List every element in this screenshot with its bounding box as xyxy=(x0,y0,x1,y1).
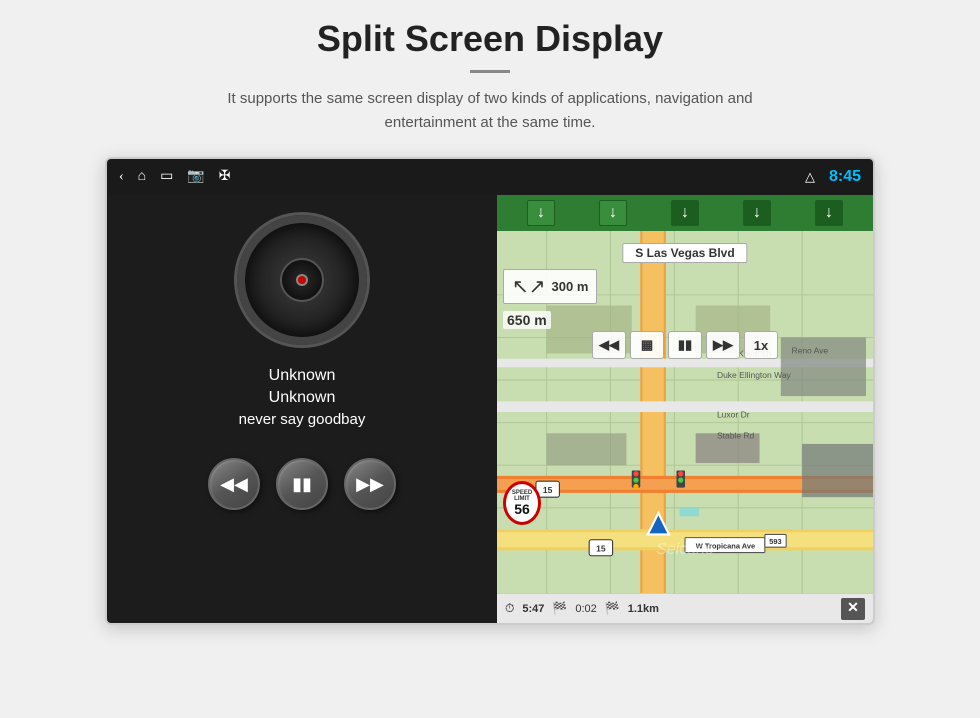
turn-instruction: ↖↗ 300 m xyxy=(503,269,597,304)
map-area: 15 15 W Tropicana Ave 593 Koval Ln Duke … xyxy=(497,231,873,593)
nav-down-arrow-4[interactable]: ↓ xyxy=(743,200,771,226)
next-button[interactable]: ▶▶ xyxy=(344,458,396,510)
nav-time: 5:47 xyxy=(522,603,544,615)
svg-text:15: 15 xyxy=(596,543,606,553)
album-inner xyxy=(280,258,324,302)
nav-down-arrow-1[interactable]: ↓ xyxy=(527,200,555,226)
svg-text:Reno Ave: Reno Ave xyxy=(791,345,828,355)
road-label: S Las Vegas Blvd xyxy=(622,243,747,263)
device-frame: ‹ ⌂ ▭ 📷 ✠ △ 8:45 Unknown Unknown never s… xyxy=(105,157,875,625)
map-pause-button[interactable]: ▮▮ xyxy=(668,331,702,359)
svg-text:593: 593 xyxy=(769,537,781,546)
prev-icon: ◀◀ xyxy=(220,474,248,495)
album-center-dot xyxy=(296,274,308,286)
window-icon[interactable]: ▭ xyxy=(160,170,173,184)
distance-650: 650 m xyxy=(503,311,551,329)
map-speed-button[interactable]: 1x xyxy=(744,331,778,359)
pause-button[interactable]: ▮▮ xyxy=(276,458,328,510)
page-title: Split Screen Display xyxy=(317,18,663,60)
flag-icon: 🏁 xyxy=(552,601,567,616)
pause-icon: ▮▮ xyxy=(292,474,312,495)
split-content: Unknown Unknown never say goodbay ◀◀ ▮▮ … xyxy=(107,195,873,623)
nav-down-arrow-2[interactable]: ↓ xyxy=(599,200,627,226)
status-bar: ‹ ⌂ ▭ 📷 ✠ △ 8:45 xyxy=(107,159,873,195)
music-controls: ◀◀ ▮▮ ▶▶ xyxy=(208,458,396,510)
nav-bottom-bar: ⏱ 5:47 🏁 0:02 🏁 1.1km ✕ xyxy=(497,593,873,623)
turn-arrow-icon: ↖↗ xyxy=(512,274,546,299)
nav-panel: ↓ ↓ ↓ ↓ ↓ xyxy=(497,195,873,623)
title-divider xyxy=(470,70,510,73)
page-wrapper: Split Screen Display It supports the sam… xyxy=(0,0,980,718)
track-artist: Unknown xyxy=(269,389,336,407)
speed-limit-sign: SPEEDLIMIT 56 xyxy=(503,481,541,525)
map-grid-button[interactable]: ▦ xyxy=(630,331,664,359)
nav-down-arrow-5[interactable]: ↓ xyxy=(815,200,843,226)
svg-text:Luxor Dr: Luxor Dr xyxy=(717,409,750,419)
back-icon[interactable]: ‹ xyxy=(119,170,124,184)
track-song: never say goodbay xyxy=(239,411,366,428)
nav-distance: 1.1km xyxy=(628,603,659,615)
triangle-icon: △ xyxy=(805,169,815,185)
music-panel: Unknown Unknown never say goodbay ◀◀ ▮▮ … xyxy=(107,195,497,623)
status-time: 8:45 xyxy=(829,168,861,186)
map-next-button[interactable]: ▶▶ xyxy=(706,331,740,359)
map-prev-button[interactable]: ◀◀ xyxy=(592,331,626,359)
nav-header: ↓ ↓ ↓ ↓ ↓ xyxy=(497,195,873,231)
nav-close-button[interactable]: ✕ xyxy=(841,598,865,620)
prev-button[interactable]: ◀◀ xyxy=(208,458,260,510)
svg-text:Duke Ellington Way: Duke Ellington Way xyxy=(717,370,792,380)
turn-distance: 300 m xyxy=(552,279,589,294)
svg-text:W Tropicana Ave: W Tropicana Ave xyxy=(696,541,755,550)
map-overlay-controls: ◀◀ ▦ ▮▮ ▶▶ 1x xyxy=(592,331,778,359)
next-icon: ▶▶ xyxy=(356,474,384,495)
flag2-icon: 🏁 xyxy=(605,601,620,616)
svg-text:15: 15 xyxy=(543,485,553,495)
nav-eta: 0:02 xyxy=(575,603,596,615)
nav-down-arrow-3[interactable]: ↓ xyxy=(671,200,699,226)
album-art xyxy=(237,215,367,345)
page-subtitle: It supports the same screen display of t… xyxy=(210,87,770,135)
home-icon[interactable]: ⌂ xyxy=(138,170,146,184)
usb-icon[interactable]: ✠ xyxy=(219,170,231,184)
track-title: Unknown xyxy=(269,367,336,385)
image-icon[interactable]: 📷 xyxy=(187,170,204,184)
clock-icon: ⏱ xyxy=(505,601,514,616)
svg-text:Stable Rd: Stable Rd xyxy=(717,431,755,441)
